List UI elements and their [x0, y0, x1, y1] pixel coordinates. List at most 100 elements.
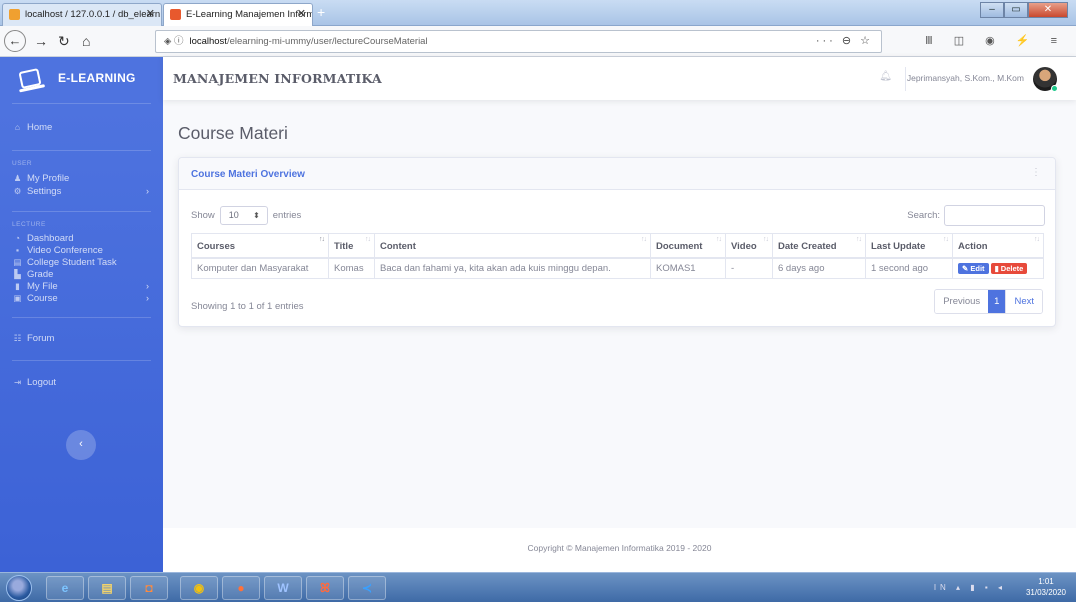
column-header-video[interactable]: Video ↑↓ [725, 233, 773, 259]
cell-video: - [725, 257, 773, 279]
cell-document[interactable]: KOMAS1 [650, 257, 726, 279]
close-window-icon[interactable]: ✕ [1028, 2, 1068, 18]
sort-icon: ↑↓ [1034, 236, 1040, 243]
sort-icon: ↑↓ [943, 236, 949, 243]
word-icon[interactable]: W [264, 576, 302, 600]
shield-icon: ◈ ⓘ [164, 36, 184, 47]
edit-button[interactable]: ✎ Edit [958, 262, 989, 274]
vscode-icon[interactable]: ≺ [348, 576, 386, 600]
browser-tab-bar: localhost / 127.0.0.1 / db_elearn ✕ E-Le… [0, 0, 1076, 26]
sidebar-item-logout[interactable]: ⇥ Logout [0, 377, 163, 388]
internet-explorer-icon[interactable]: e [46, 576, 84, 600]
new-tab-icon[interactable]: + [317, 4, 325, 20]
phpmyadmin-icon [9, 9, 20, 20]
card-title: Course Materi Overview [191, 169, 305, 180]
video-icon: ▪ [15, 245, 19, 255]
start-button[interactable] [6, 575, 32, 601]
divider [12, 360, 151, 361]
table-search: Search: [907, 205, 1045, 226]
url-bar[interactable]: ◈ ⓘ localhost/elearning-mi-ummy/user/lect… [155, 30, 882, 53]
os-taskbar: e ▤ ◘ ◉ ● W ꕤ ≺ IN ▴ ▮ ▪ ◂ 1:01 31/03/20… [0, 572, 1076, 602]
column-header-document[interactable]: Document ↑↓ [650, 233, 726, 259]
online-status-dot [1051, 85, 1058, 92]
browser-tab-phpmyadmin[interactable]: localhost / 127.0.0.1 / db_elearn ✕ [2, 3, 162, 26]
column-header-content[interactable]: Content ↑↓ [374, 233, 651, 259]
entries-length-control: Show 10 ⬍ entries [191, 206, 301, 225]
avatar[interactable] [1033, 67, 1058, 92]
bell-icon[interactable]: 🔔︎ [879, 71, 892, 82]
cell-date-created: 6 days ago [772, 257, 866, 279]
column-header-action[interactable]: Action ↑↓ [952, 233, 1044, 259]
cell-content: Baca dan fahami ya, kita akan ada kuis m… [374, 257, 651, 279]
sidebar-item-my-profile[interactable]: ♟ My Profile [0, 173, 163, 184]
sidebar-item-college-student-task[interactable]: ▤ College Student Task [0, 257, 163, 268]
course-materi-card: Course Materi Overview ⋮ Show 10 ⬍ entri… [178, 157, 1056, 327]
sort-icon: ↑↓ [641, 236, 647, 243]
main-content: MANAJEMEN INFORMATIKA 🔔︎ Jeprimansyah, S… [163, 57, 1076, 572]
back-icon[interactable]: ← [4, 30, 26, 52]
reload-icon[interactable]: ↻ [58, 32, 70, 50]
chrome-icon[interactable]: ◉ [180, 576, 218, 600]
browser-tools-icon[interactable]: Ⅲ ◫ ◉ ⚡ ≡ [925, 34, 1066, 47]
pagination-previous[interactable]: Previous [935, 290, 989, 313]
sort-icon: ↑↓ [856, 236, 862, 243]
sidebar: E-LEARNING ⌂ Home USER ♟ My Profile ⚙ Setti… [0, 57, 163, 572]
sort-icon: ↑↓ [319, 236, 325, 243]
table-header-row: Courses ↑↓ Title ↑↓ Content ↑↓ Document ↑↓ V… [191, 233, 1044, 259]
maximize-icon[interactable]: ▭ [1004, 2, 1028, 18]
book-icon: ▣ [13, 293, 22, 303]
pagination-next[interactable]: Next [1005, 290, 1042, 313]
home-icon: ⌂ [14, 122, 21, 132]
laptop-logo-icon [18, 67, 42, 89]
divider [12, 211, 151, 212]
section-heading-lecture: LECTURE [12, 221, 46, 228]
xampp-control-icon[interactable]: ꕤ [306, 576, 344, 600]
sidebar-brand[interactable]: E-LEARNING [0, 57, 163, 99]
sidebar-toggle-button[interactable]: ‹ [66, 430, 96, 460]
chevron-right-icon: › [146, 186, 149, 196]
column-header-date-created[interactable]: Date Created ↑↓ [772, 233, 866, 259]
column-header-title[interactable]: Title ↑↓ [328, 233, 375, 259]
entries-select[interactable]: 10 ⬍ [219, 206, 268, 225]
search-input[interactable] [944, 205, 1045, 226]
user-name[interactable]: Jeprimansyah, S.Kom., M.Kom [907, 73, 1024, 83]
close-tab-icon[interactable]: ✕ [146, 4, 155, 25]
forward-icon[interactable]: → [34, 32, 48, 50]
window-controls: – ▭ ✕ [980, 2, 1068, 18]
xampp-icon[interactable]: ◘ [130, 576, 168, 600]
system-tray-icons[interactable]: IN ▴ ▮ ▪ ◂ [934, 583, 1006, 592]
sidebar-item-settings[interactable]: ⚙ Settings › [0, 186, 163, 197]
sidebar-item-my-file[interactable]: ▮ My File › [0, 281, 163, 292]
divider [12, 317, 151, 318]
home-icon[interactable]: ⌂ [82, 32, 90, 50]
comments-icon: ☷ [13, 333, 22, 343]
sidebar-item-course[interactable]: ▣ Course › [0, 293, 163, 304]
column-header-courses[interactable]: Courses ↑↓ [191, 233, 329, 259]
user-icon: ♟ [13, 173, 22, 183]
pagination-page-1[interactable]: 1 [988, 290, 1006, 313]
firefox-icon[interactable]: ● [222, 576, 260, 600]
kebab-menu-icon[interactable]: ⋮ [1031, 167, 1041, 178]
browser-tab-elearning[interactable]: E-Learning Manajemen Inform ✕ [163, 3, 313, 26]
page-title: Course Materi [178, 123, 288, 143]
copyright-text: Copyright © Manajemen Informatika 2019 -… [527, 543, 712, 553]
app-title: MANAJEMEN INFORMATIKA [173, 71, 382, 86]
elearning-favicon-icon [170, 9, 181, 20]
file-explorer-icon[interactable]: ▤ [88, 576, 126, 600]
sidebar-item-dashboard[interactable]: ◔ Dashboard [0, 233, 163, 244]
sidebar-item-home[interactable]: ⌂ Home [0, 122, 163, 133]
divider [12, 150, 151, 151]
sidebar-item-grade[interactable]: ▙ Grade [0, 269, 163, 280]
divider [905, 67, 906, 91]
column-header-last-update[interactable]: Last Update ↑↓ [865, 233, 953, 259]
cell-title: Komas [328, 257, 375, 279]
chart-icon: ▙ [14, 269, 21, 279]
clock[interactable]: 1:01 31/03/2020 [1026, 576, 1066, 598]
close-tab-icon[interactable]: ✕ [297, 4, 306, 25]
sidebar-item-forum[interactable]: ☷ Forum [0, 333, 163, 344]
page-actions-icon[interactable]: ··· ⊖ ☆ [816, 31, 873, 52]
minimize-icon[interactable]: – [980, 2, 1004, 18]
delete-button[interactable]: ▮ Delete [990, 262, 1028, 274]
sidebar-item-video-conference[interactable]: ▪ Video Conference [0, 245, 163, 256]
sort-icon: ↑↓ [763, 236, 769, 243]
